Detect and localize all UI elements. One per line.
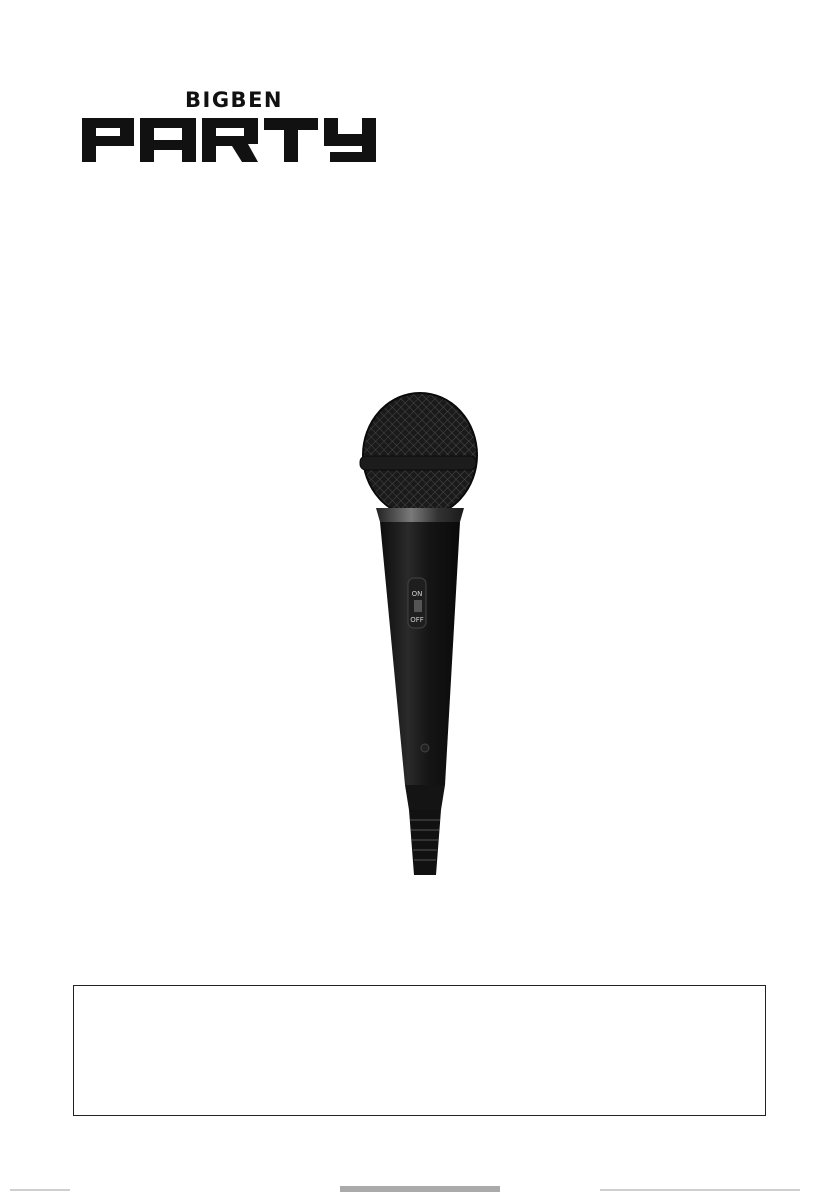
switch-on-label: ON	[412, 590, 423, 598]
microphone-image: ON OFF	[359, 392, 478, 875]
footer-text-fragment	[10, 1186, 800, 1192]
logo-brand-name: BIGBEN	[185, 88, 283, 112]
logo-party-wordmark	[82, 118, 376, 162]
switch-off-label: OFF	[410, 616, 424, 624]
notice-box	[73, 985, 766, 1116]
brand-logo: BIGBEN	[82, 88, 382, 168]
